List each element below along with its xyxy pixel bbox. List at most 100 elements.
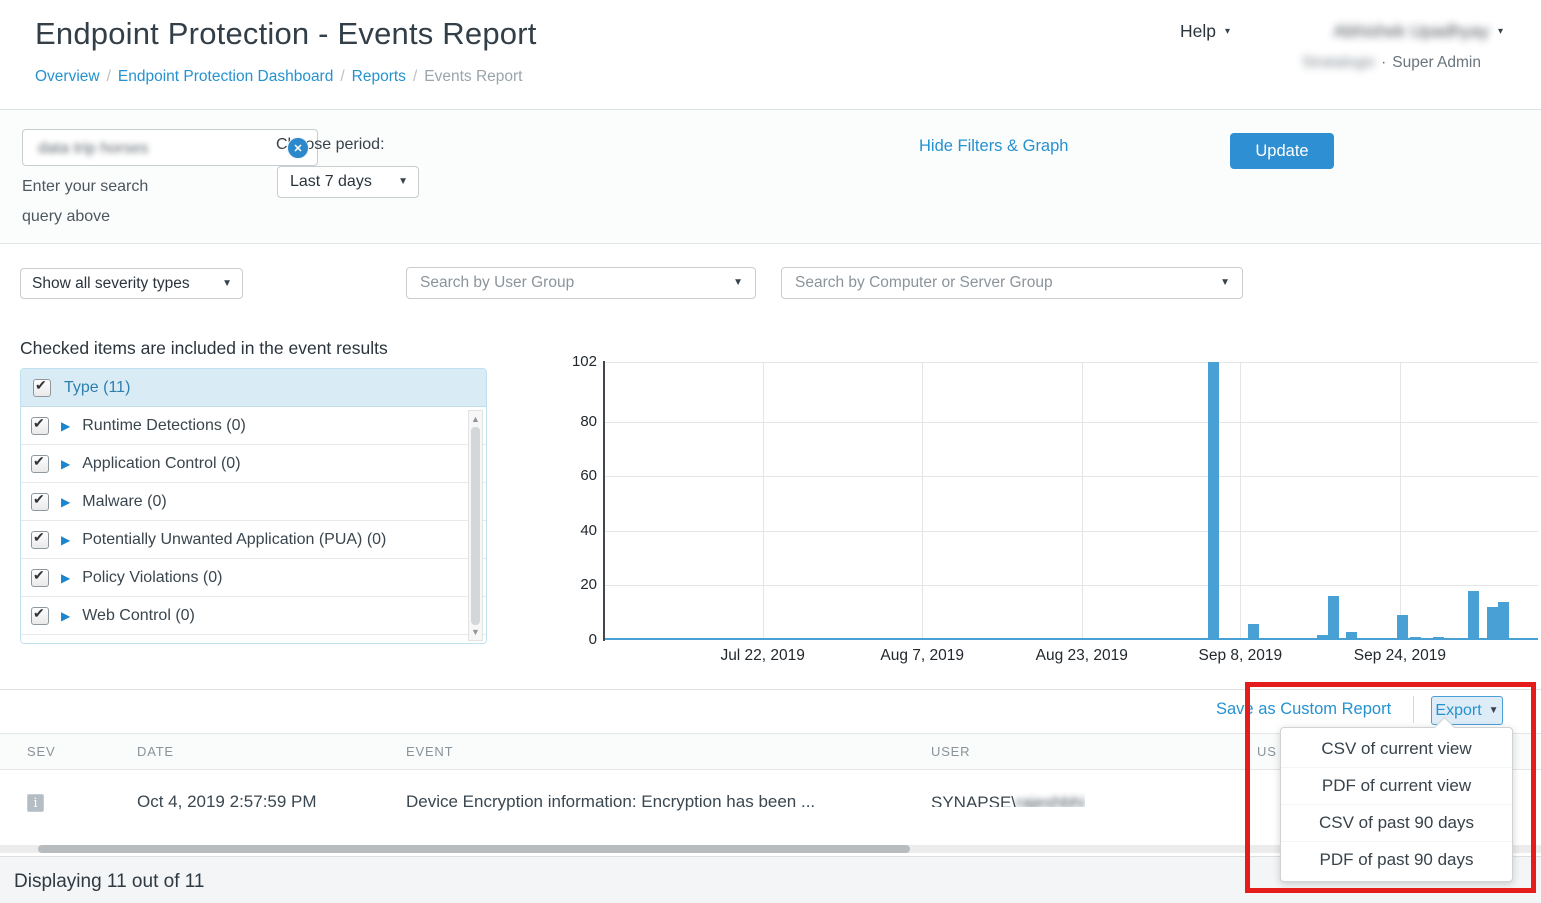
toolbar-divider: [1413, 696, 1414, 723]
breadcrumb-link[interactable]: Overview: [35, 68, 100, 86]
column-header-date: DATE: [137, 744, 174, 759]
checklist-group-header: ✔ Type (11): [21, 369, 486, 407]
column-header-us: US: [1257, 744, 1277, 759]
breadcrumb-link[interactable]: Reports: [352, 68, 406, 86]
checkbox[interactable]: ✔: [31, 607, 49, 625]
h-gridline: [605, 585, 1538, 586]
x-tick-label: Aug 7, 2019: [842, 647, 1002, 665]
expand-arrow-icon[interactable]: ▶: [61, 533, 70, 547]
checkbox[interactable]: ✔: [31, 531, 49, 549]
close-icon: ✕: [293, 142, 302, 155]
chevron-down-icon: ▼: [222, 279, 232, 289]
period-value: Last 7 days: [290, 173, 372, 191]
checklist-item: ✔ ▶ Malware (0): [21, 483, 486, 521]
checklist-item: ✔ ▶ Policy Violations (0): [21, 559, 486, 597]
scroll-up-icon[interactable]: ▲: [469, 414, 482, 424]
org-name: Stratalogix: [1302, 54, 1375, 72]
account-menu[interactable]: Abhishek Upadhyay ▾: [1333, 21, 1503, 42]
save-custom-report-link[interactable]: Save as Custom Report: [1216, 700, 1391, 719]
checklist-items: ✔▶Runtime Detections (0)✔▶Application Co…: [21, 407, 486, 644]
expand-arrow-icon[interactable]: ▶: [61, 419, 70, 433]
table-hscrollbar-thumb[interactable]: [38, 845, 910, 853]
column-header-event: EVENT: [406, 744, 453, 759]
role-separator: ·: [1381, 54, 1386, 72]
expand-arrow-icon[interactable]: ▶: [61, 609, 70, 623]
checkbox[interactable]: ✔: [33, 379, 51, 397]
checklist-item: ✔ ▶ Potentially Unwanted Application (PUA)…: [21, 521, 486, 559]
expand-arrow-icon[interactable]: ▶: [61, 457, 70, 471]
chart-bar: [1208, 362, 1219, 640]
chart-bar: [1498, 602, 1509, 640]
chart-bar: [1346, 632, 1357, 640]
chart-bar: [1468, 591, 1479, 640]
severity-select[interactable]: Show all severity types ▼: [20, 268, 243, 299]
checkbox[interactable]: ✔: [31, 569, 49, 587]
export-menu-item[interactable]: PDF of current view: [1281, 767, 1512, 804]
breadcrumb-separator: /: [340, 68, 344, 86]
check-icon: ✔: [33, 605, 45, 622]
breadcrumb-link[interactable]: Endpoint Protection Dashboard: [118, 68, 333, 86]
computer-group-select[interactable]: Search by Computer or Server Group ▼: [781, 267, 1243, 299]
period-select[interactable]: Last 7 days ▼: [277, 166, 419, 198]
checklist-item: ✔ ▶ Runtime Detections (0): [21, 407, 486, 445]
chart-bar: [1317, 635, 1328, 640]
checklist-item-label: Runtime Detections (0): [82, 417, 246, 435]
x-tick-label: Sep 8, 2019: [1160, 647, 1320, 665]
checklist-group-label: Type (11): [64, 379, 130, 397]
chevron-down-icon: ▾: [1498, 27, 1503, 37]
v-gridline: [1082, 362, 1083, 640]
check-icon: ✔: [33, 567, 45, 584]
breadcrumb-separator: /: [413, 68, 417, 86]
user-group-placeholder: Search by User Group: [420, 274, 574, 292]
chart-bar: [1410, 637, 1421, 640]
export-menu-item[interactable]: PDF of past 90 days: [1281, 841, 1512, 878]
help-menu[interactable]: Help ▾: [1180, 21, 1230, 42]
user-group-select[interactable]: Search by User Group ▼: [406, 267, 756, 299]
checklist-panel: ✔ Type (11) ✔▶Runtime Detections (0)✔▶Ap…: [20, 368, 487, 644]
checkbox[interactable]: ✔: [31, 455, 49, 473]
update-button[interactable]: Update: [1230, 133, 1334, 169]
checklist-item-label: Policy Violations (0): [82, 569, 222, 587]
clear-search-button[interactable]: ✕: [287, 137, 309, 159]
checklist-scrollbar-thumb[interactable]: [471, 427, 480, 625]
page-title: Endpoint Protection - Events Report: [35, 16, 537, 52]
breadcrumb: Overview / Endpoint Protection Dashboard / R…: [35, 68, 522, 86]
account-name: Abhishek Upadhyay: [1333, 21, 1489, 42]
column-header-user: USER: [931, 744, 970, 759]
cell-date: Oct 4, 2019 2:57:59 PM: [137, 792, 317, 812]
checkbox[interactable]: ✔: [31, 417, 49, 435]
export-menu-item[interactable]: CSV of past 90 days: [1281, 804, 1512, 841]
y-tick-label: 0: [552, 630, 597, 650]
y-tick-label: 20: [552, 575, 597, 595]
role-label: Super Admin: [1392, 54, 1481, 72]
checklist-heading: Checked items are included in the event …: [20, 338, 388, 359]
expand-arrow-icon[interactable]: ▶: [61, 571, 70, 585]
chevron-down-icon: ▼: [733, 278, 743, 288]
y-tick-label: 102: [552, 352, 597, 372]
expand-arrow-icon[interactable]: ▶: [61, 495, 70, 509]
x-tick-label: Aug 23, 2019: [1002, 647, 1162, 665]
chevron-down-icon: ▾: [1225, 27, 1230, 37]
checklist-item: ✔▶Web Control (0): [21, 597, 486, 635]
hide-filters-link[interactable]: Hide Filters & Graph: [919, 137, 1068, 156]
cell-event: Device Encryption information: Encryptio…: [406, 792, 815, 812]
v-gridline: [922, 362, 923, 640]
account-subline: Stratalogix · Super Admin: [1302, 54, 1481, 72]
checklist-item-label: Malware (0): [82, 493, 166, 511]
chevron-down-icon: ▼: [398, 177, 408, 187]
x-tick-label: Jul 22, 2019: [683, 647, 843, 665]
user-name-redacted: rajeshbhi: [1016, 793, 1085, 807]
h-gridline: [605, 422, 1538, 423]
search-input[interactable]: [36, 131, 290, 166]
status-text: Displaying 11 out of 11: [14, 871, 204, 893]
export-menu-item[interactable]: CSV of current view: [1281, 731, 1512, 767]
h-gridline: [605, 476, 1538, 477]
scroll-down-icon[interactable]: ▼: [469, 627, 482, 637]
checkbox[interactable]: ✔: [31, 493, 49, 511]
breadcrumb-separator: /: [107, 68, 111, 86]
chart-bar: [1248, 624, 1259, 640]
cell-user: SYNAPSE\rajeshbhi: [931, 792, 1085, 807]
chart-bar: [1487, 607, 1498, 640]
checklist-item-label: Potentially Unwanted Application (PUA) (…: [82, 531, 386, 549]
checklist-scrollbar[interactable]: ▲ ▼: [468, 410, 483, 641]
